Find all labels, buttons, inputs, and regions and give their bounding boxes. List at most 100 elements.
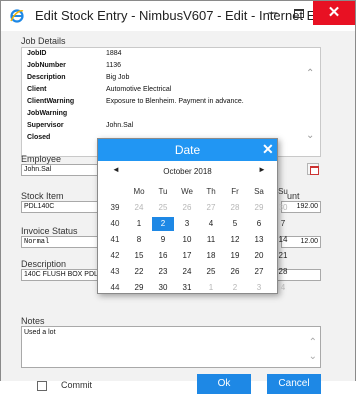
calendar-day[interactable]: 7 bbox=[272, 217, 294, 231]
calendar-day[interactable]: 16 bbox=[152, 249, 174, 263]
close-window-button[interactable]: ✕ bbox=[313, 1, 355, 25]
scroll-down-icon[interactable]: ⌄ bbox=[306, 130, 314, 141]
calendar-day[interactable]: 20 bbox=[248, 249, 270, 263]
calendar-day[interactable]: 27 bbox=[200, 201, 222, 215]
date-picker-header: Date ✕ bbox=[98, 139, 277, 161]
calendar-day[interactable]: 25 bbox=[200, 265, 222, 279]
calendar-day[interactable]: 23 bbox=[152, 265, 174, 279]
close-icon[interactable]: ✕ bbox=[262, 141, 274, 158]
calendar-day[interactable]: 3 bbox=[248, 281, 270, 295]
ok-button[interactable]: Ok bbox=[197, 374, 251, 394]
weekday-header: Th bbox=[206, 187, 216, 196]
job-details-value: Big Job bbox=[106, 74, 130, 81]
calendar-day[interactable]: 31 bbox=[176, 281, 198, 295]
job-details-row: ClientWarning Exposure to Blenheim. Paym… bbox=[22, 98, 302, 109]
job-details-row: JobID 1884 bbox=[22, 50, 302, 61]
job-details-row: JobNumber 1136 bbox=[22, 62, 302, 73]
calendar-day[interactable]: 2 bbox=[224, 281, 246, 295]
job-details-heading: Job Details bbox=[21, 36, 66, 46]
calendar-day[interactable]: 29 bbox=[128, 281, 150, 295]
calendar-button[interactable] bbox=[307, 163, 319, 175]
calendar-day[interactable]: 13 bbox=[248, 233, 270, 247]
calendar-day[interactable]: 18 bbox=[200, 249, 222, 263]
job-details-key: ClientWarning bbox=[27, 98, 75, 105]
week-number: 39 bbox=[110, 203, 120, 212]
calendar-day[interactable]: 28 bbox=[272, 265, 294, 279]
calendar-day[interactable]: 22 bbox=[128, 265, 150, 279]
weekday-header: Fr bbox=[231, 187, 239, 196]
calendar-day[interactable]: 21 bbox=[272, 249, 294, 263]
calendar-day[interactable]: 15 bbox=[128, 249, 150, 263]
calendar-day[interactable]: 30 bbox=[272, 201, 294, 215]
cancel-button[interactable]: Cancel bbox=[267, 374, 321, 394]
job-details-value: 1884 bbox=[106, 50, 122, 57]
notes-label: Notes bbox=[21, 316, 45, 326]
calendar-day[interactable]: 6 bbox=[248, 217, 270, 231]
calendar-day[interactable]: 1 bbox=[200, 281, 222, 295]
notes-textarea[interactable]: Used a lot ⌃ ⌄ bbox=[21, 326, 321, 368]
job-details-row: Supervisor John.Sal bbox=[22, 122, 302, 133]
job-details-key: Client bbox=[27, 86, 47, 93]
calendar-day[interactable]: 4 bbox=[272, 281, 294, 295]
calendar-day[interactable]: 4 bbox=[200, 217, 222, 231]
calendar-day[interactable]: 28 bbox=[224, 201, 246, 215]
calendar-day[interactable]: 30 bbox=[152, 281, 174, 295]
stock-item-label: Stock Item bbox=[21, 191, 64, 201]
job-details-scrollbar[interactable]: ⌃ ⌄ bbox=[302, 48, 320, 156]
calendar-day[interactable]: 3 bbox=[176, 217, 198, 231]
employee-label: Employee bbox=[21, 154, 62, 164]
commit-label: Commit bbox=[61, 380, 92, 390]
browser-window: Edit Stock Entry - NimbusV607 - Edit - I… bbox=[0, 0, 356, 394]
calendar-day[interactable]: 11 bbox=[200, 233, 222, 247]
week-number: 40 bbox=[110, 219, 120, 228]
week-number: 43 bbox=[110, 267, 120, 276]
scroll-down-icon[interactable]: ⌄ bbox=[309, 351, 317, 362]
calendar-day[interactable]: 9 bbox=[152, 233, 174, 247]
weekday-header: Mo bbox=[133, 187, 145, 196]
calendar-day[interactable]: 29 bbox=[248, 201, 270, 215]
scroll-up-icon[interactable]: ⌃ bbox=[306, 68, 314, 79]
scroll-up-icon[interactable]: ⌃ bbox=[309, 337, 317, 348]
minimize-button[interactable]: – bbox=[261, 3, 285, 25]
calendar-day[interactable]: 26 bbox=[224, 265, 246, 279]
title-bar: Edit Stock Entry - NimbusV607 - Edit - I… bbox=[1, 1, 355, 31]
weekday-header: We bbox=[181, 187, 193, 196]
job-details-value: Automotive Electrical bbox=[106, 86, 172, 93]
stock-item-field[interactable]: PDL140C bbox=[21, 201, 101, 213]
employee-field[interactable]: John.Sal bbox=[21, 164, 101, 176]
description-label: Description bbox=[21, 259, 67, 269]
calendar-day[interactable]: 24 bbox=[128, 201, 150, 215]
calendar-day[interactable]: 26 bbox=[176, 201, 198, 215]
job-details-key: JobID bbox=[27, 50, 47, 57]
job-details-row: JobWarning bbox=[22, 110, 302, 121]
month-label: October 2018 bbox=[163, 167, 212, 176]
date-picker-popup: Date ✕ ◄ October 2018 ► Mo Tu We Th Fr Sa Su 39… bbox=[97, 138, 288, 295]
next-month-icon[interactable]: ► bbox=[258, 165, 266, 179]
calendar-day[interactable]: 14 bbox=[272, 233, 294, 247]
internet-explorer-icon bbox=[9, 8, 25, 24]
job-details-value: Exposure to Blenheim. Payment in advance… bbox=[106, 98, 244, 105]
invoice-status-select[interactable]: Normal bbox=[21, 236, 101, 248]
weekday-header: Tu bbox=[158, 187, 168, 196]
maximize-button[interactable] bbox=[287, 3, 311, 25]
calendar-day[interactable]: 17 bbox=[176, 249, 198, 263]
calendar-day[interactable]: 5 bbox=[224, 217, 246, 231]
calendar-day[interactable]: 19 bbox=[224, 249, 246, 263]
calendar-day[interactable]: 8 bbox=[128, 233, 150, 247]
calendar-day[interactable]: 27 bbox=[248, 265, 270, 279]
week-number: 44 bbox=[110, 283, 120, 292]
job-details-row: Client Automotive Electrical bbox=[22, 86, 302, 97]
calendar-day[interactable]: 12 bbox=[224, 233, 246, 247]
calendar-day[interactable]: 2 bbox=[152, 217, 174, 231]
calendar-day[interactable]: 25 bbox=[152, 201, 174, 215]
job-details-key: JobNumber bbox=[27, 62, 66, 69]
commit-checkbox[interactable] bbox=[37, 381, 47, 391]
calendar-day[interactable]: 1 bbox=[128, 217, 150, 231]
invoice-status-label: Invoice Status bbox=[21, 226, 78, 236]
job-details-key: Closed bbox=[27, 134, 51, 141]
job-details-key: Supervisor bbox=[27, 122, 64, 129]
weekday-header: Sa bbox=[254, 187, 264, 196]
calendar-day[interactable]: 10 bbox=[176, 233, 198, 247]
job-details-value: John.Sal bbox=[106, 122, 134, 129]
calendar-day[interactable]: 24 bbox=[176, 265, 198, 279]
